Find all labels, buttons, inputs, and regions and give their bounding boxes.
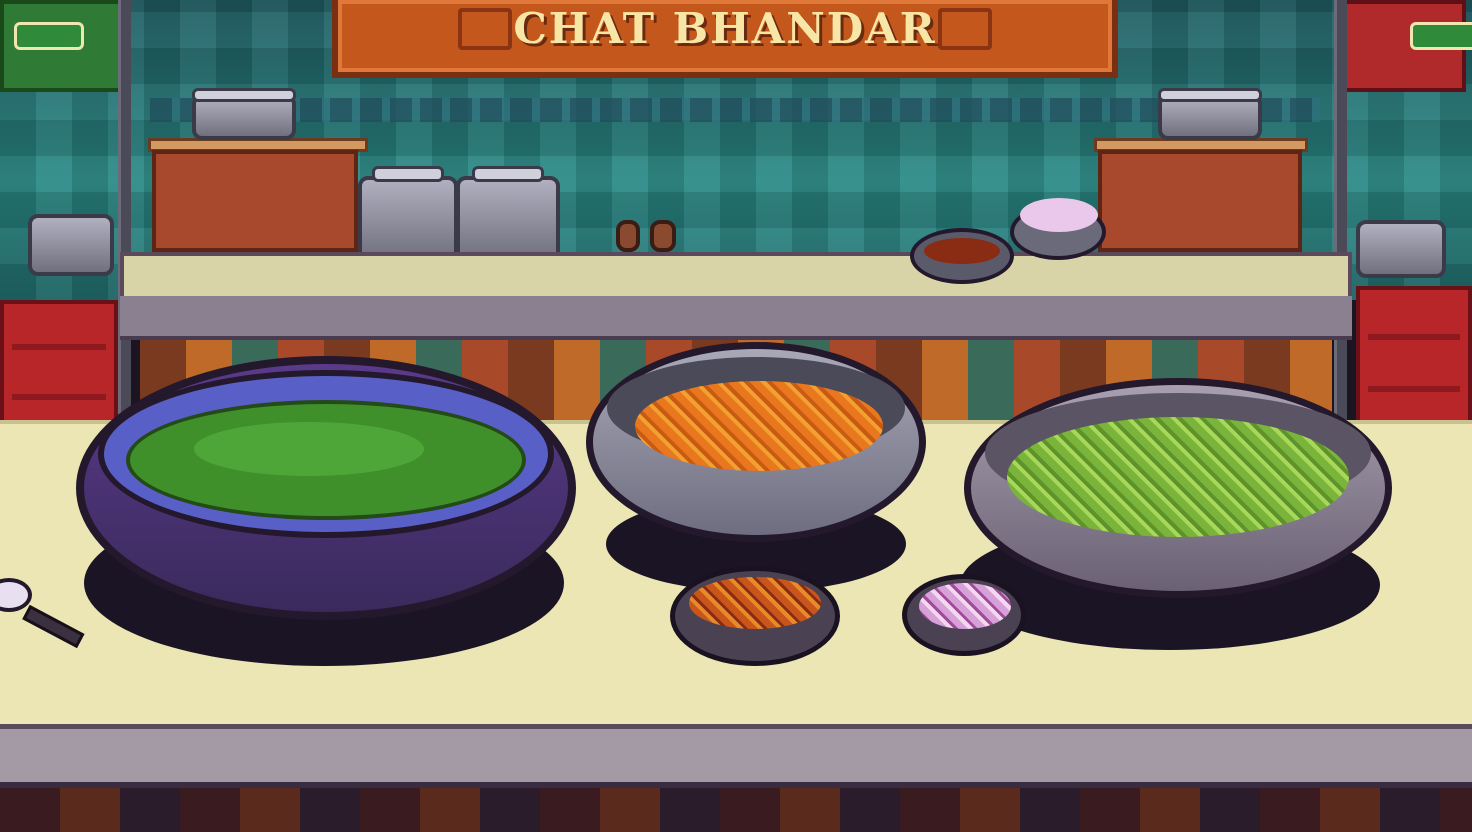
- left-cabinet: [0, 300, 118, 440]
- left-shelf: [152, 150, 358, 252]
- steel-bowl-orange-boondi-icon[interactable]: [586, 342, 926, 542]
- right-side-pot-icon: [1356, 220, 1446, 278]
- kettle-icon: [456, 166, 560, 262]
- right-banner-label-icon: [1410, 22, 1472, 50]
- under-counter: [0, 788, 1472, 832]
- spice-jar-icon: [616, 220, 640, 252]
- small-bowl-purple-onion-icon[interactable]: [902, 574, 1026, 656]
- small-bowl-red-chutney-icon[interactable]: [910, 228, 1014, 284]
- game-scene: CHAT BHANDAR: [0, 0, 1472, 832]
- left-pillar: [118, 0, 131, 420]
- spice-jar-icon: [650, 220, 676, 252]
- blue-bowl-green-chutney-icon[interactable]: [76, 356, 576, 620]
- counter-front-edge: [0, 724, 1472, 788]
- kettle-icon: [358, 166, 458, 262]
- right-pillar: [1334, 0, 1347, 420]
- left-shelf-pot-icon: [192, 88, 296, 140]
- small-bowl-onion-icon[interactable]: [1010, 198, 1106, 260]
- left-side-pot-icon: [28, 214, 114, 276]
- left-side-banner: [0, 0, 130, 92]
- small-bowl-spice-icon[interactable]: [670, 566, 840, 666]
- right-shelf-pot-icon: [1158, 88, 1262, 140]
- right-side-banner: [1336, 0, 1472, 92]
- right-shelf: [1098, 150, 1302, 252]
- sign-title: CHAT BHANDAR: [513, 4, 937, 53]
- steel-bowl-chopped-greens-icon[interactable]: [964, 378, 1392, 598]
- left-banner-label-icon: [14, 22, 84, 50]
- back-counter-edge: [120, 296, 1352, 340]
- stall-sign: CHAT BHANDAR: [332, 0, 1118, 78]
- wall-pattern-band: [150, 98, 1320, 122]
- right-cabinet: [1356, 286, 1472, 440]
